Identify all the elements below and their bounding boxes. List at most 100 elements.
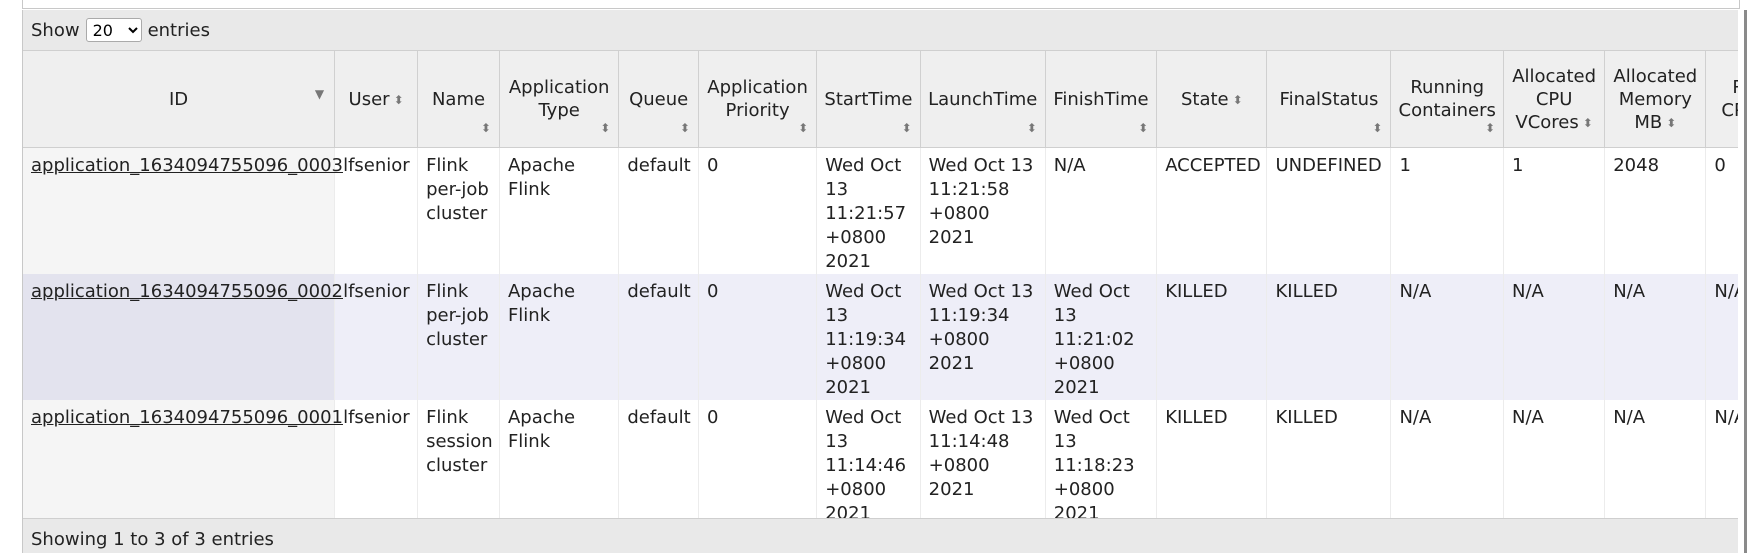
sort-both-icon: ⬍ (798, 121, 809, 135)
column-header-running-containers[interactable]: Running Containers ⬍ (1390, 51, 1505, 148)
sort-both-icon: ⬍ (1484, 121, 1496, 135)
cell-start-time: Wed Oct 13 11:19:34 +0800 2021 (816, 274, 921, 400)
column-header-queue[interactable]: Queue ⬍ (618, 51, 699, 148)
column-header-launch-time[interactable]: LaunchTime ⬍ (920, 51, 1046, 148)
cell-reserved-vcores: N/A (1705, 400, 1739, 526)
cell-launch-time: Wed Oct 13 11:14:48 +0800 2021 (920, 400, 1046, 526)
cell-reserved-vcores: N/A (1705, 274, 1739, 400)
header-label: User (348, 88, 390, 110)
scrollbar-edge[interactable] (1744, 10, 1747, 553)
sort-both-icon: ⬍ (1026, 121, 1037, 135)
column-header-allocated-memory[interactable]: Allocated Memory MB ⬍ (1604, 51, 1707, 148)
length-control: Show 20 entries (23, 10, 1739, 51)
cell-queue: default (618, 147, 699, 274)
cell-final-status: KILLED (1266, 274, 1392, 400)
table-info-text: Showing 1 to 3 of 3 entries (31, 528, 274, 550)
column-header-final-status[interactable]: FinalStatus ⬍ (1266, 51, 1392, 148)
top-frame-strip (22, 0, 1740, 9)
header-label: Allocated Memory MB (1613, 65, 1698, 133)
cell-queue: default (618, 274, 699, 400)
table-info: Showing 1 to 3 of 3 entries (23, 518, 1739, 553)
column-header-allocated-vcores[interactable]: Allocated CPU VCores ⬍ (1503, 51, 1606, 148)
header-label: Name (431, 88, 486, 110)
entries-label: entries (147, 19, 210, 41)
column-header-finish-time[interactable]: FinishTime ⬍ (1045, 51, 1158, 148)
sort-both-icon: ⬍ (600, 121, 611, 135)
column-header-user[interactable]: User ⬍ (334, 51, 419, 148)
cell-name: Flink per-job cluster (417, 147, 500, 274)
cell-running-containers: N/A (1390, 274, 1505, 400)
column-header-state[interactable]: State ⬍ (1156, 51, 1268, 148)
cell-id: application_1634094755096_0002 (23, 274, 343, 400)
cell-start-time: Wed Oct 13 11:21:57 +0800 2021 (816, 147, 921, 274)
cell-launch-time: Wed Oct 13 11:19:34 +0800 2021 (920, 274, 1046, 400)
cell-reserved-vcores: 0 (1705, 147, 1739, 274)
header-label: FinishTime (1053, 88, 1149, 110)
cell-state: ACCEPTED (1156, 147, 1268, 274)
cell-allocated-vcores: 1 (1503, 147, 1606, 274)
applications-table-wrapper: Show 20 entries ID ▼ User ⬍ Name ⬍ Applicat… (22, 10, 1739, 553)
cell-user: lfsenior (334, 400, 419, 526)
header-label: Reserved CPU VCores (1721, 77, 1739, 121)
cell-priority: 0 (698, 400, 818, 526)
header-label: Application Type (508, 77, 610, 121)
application-link[interactable]: application_1634094755096_0003 (31, 155, 343, 176)
header-label: LaunchTime (928, 88, 1038, 110)
horizontal-scroll-edge (1738, 10, 1762, 553)
cell-finish-time: N/A (1045, 147, 1158, 274)
table-row: application_1634094755096_0002 lfsenior … (23, 274, 1739, 400)
cell-finish-time: Wed Oct 13 11:18:23 +0800 2021 (1045, 400, 1158, 526)
table-header-row: ID ▼ User ⬍ Name ⬍ Application Type ⬍ Queue ⬍… (23, 51, 1739, 148)
show-label: Show (31, 19, 80, 41)
header-label: Application Priority (707, 77, 808, 121)
header-label: FinalStatus (1279, 88, 1379, 110)
cell-application-type: Apache Flink (499, 274, 620, 400)
column-header-application-type[interactable]: Application Type ⬍ (499, 51, 620, 148)
cell-final-status: UNDEFINED (1266, 147, 1392, 274)
header-label: ID (168, 88, 189, 110)
cell-running-containers: 1 (1390, 147, 1505, 274)
sort-both-icon: ⬍ (901, 121, 912, 135)
header-label: Running Containers (1398, 77, 1496, 121)
cell-allocated-vcores: N/A (1503, 400, 1606, 526)
sort-both-icon: ⬍ (1372, 121, 1383, 135)
sort-both-icon: ⬍ (480, 121, 491, 135)
cell-state: KILLED (1156, 400, 1268, 526)
header-label: StartTime (824, 88, 913, 110)
sort-both-icon: ⬍ (393, 92, 404, 107)
column-header-priority[interactable]: Application Priority ⬍ (698, 51, 818, 148)
cell-id: application_1634094755096_0003 (23, 147, 343, 274)
cell-name: Flink per-job cluster (417, 274, 500, 400)
cell-allocated-memory: N/A (1604, 274, 1707, 400)
cell-state: KILLED (1156, 274, 1268, 400)
sort-both-icon: ⬍ (1666, 115, 1677, 130)
cell-launch-time: Wed Oct 13 11:21:58 +0800 2021 (920, 147, 1046, 274)
cell-allocated-memory: 2048 (1604, 147, 1707, 274)
table-row: application_1634094755096_0001 lfsenior … (23, 400, 1739, 526)
cell-application-type: Apache Flink (499, 147, 620, 274)
sort-both-icon: ⬍ (1582, 115, 1593, 130)
cell-name: Flink session cluster (417, 400, 500, 526)
column-header-name[interactable]: Name ⬍ (417, 51, 500, 148)
cell-priority: 0 (698, 274, 818, 400)
cell-user: lfsenior (334, 274, 419, 400)
cell-allocated-memory: N/A (1604, 400, 1707, 526)
sort-both-icon: ⬍ (1138, 121, 1149, 135)
cell-running-containers: N/A (1390, 400, 1505, 526)
cell-priority: 0 (698, 147, 818, 274)
column-header-start-time[interactable]: StartTime ⬍ (816, 51, 921, 148)
applications-table: ID ▼ User ⬍ Name ⬍ Application Type ⬍ Queue ⬍… (23, 51, 1739, 526)
application-link[interactable]: application_1634094755096_0001 (31, 407, 343, 428)
page-size-select[interactable]: 20 (85, 18, 142, 42)
column-header-id[interactable]: ID ▼ (23, 51, 336, 148)
column-header-reserved-vcores[interactable]: Reserved CPU VCores (1705, 51, 1739, 148)
cell-id: application_1634094755096_0001 (23, 400, 343, 526)
application-link[interactable]: application_1634094755096_0002 (31, 281, 343, 302)
sort-both-icon: ⬍ (1232, 92, 1243, 107)
cell-finish-time: Wed Oct 13 11:21:02 +0800 2021 (1045, 274, 1158, 400)
cell-final-status: KILLED (1266, 400, 1392, 526)
header-label: State (1180, 88, 1229, 110)
sort-desc-icon: ▼ (314, 87, 325, 101)
cell-queue: default (618, 400, 699, 526)
header-label: Queue (629, 88, 689, 110)
